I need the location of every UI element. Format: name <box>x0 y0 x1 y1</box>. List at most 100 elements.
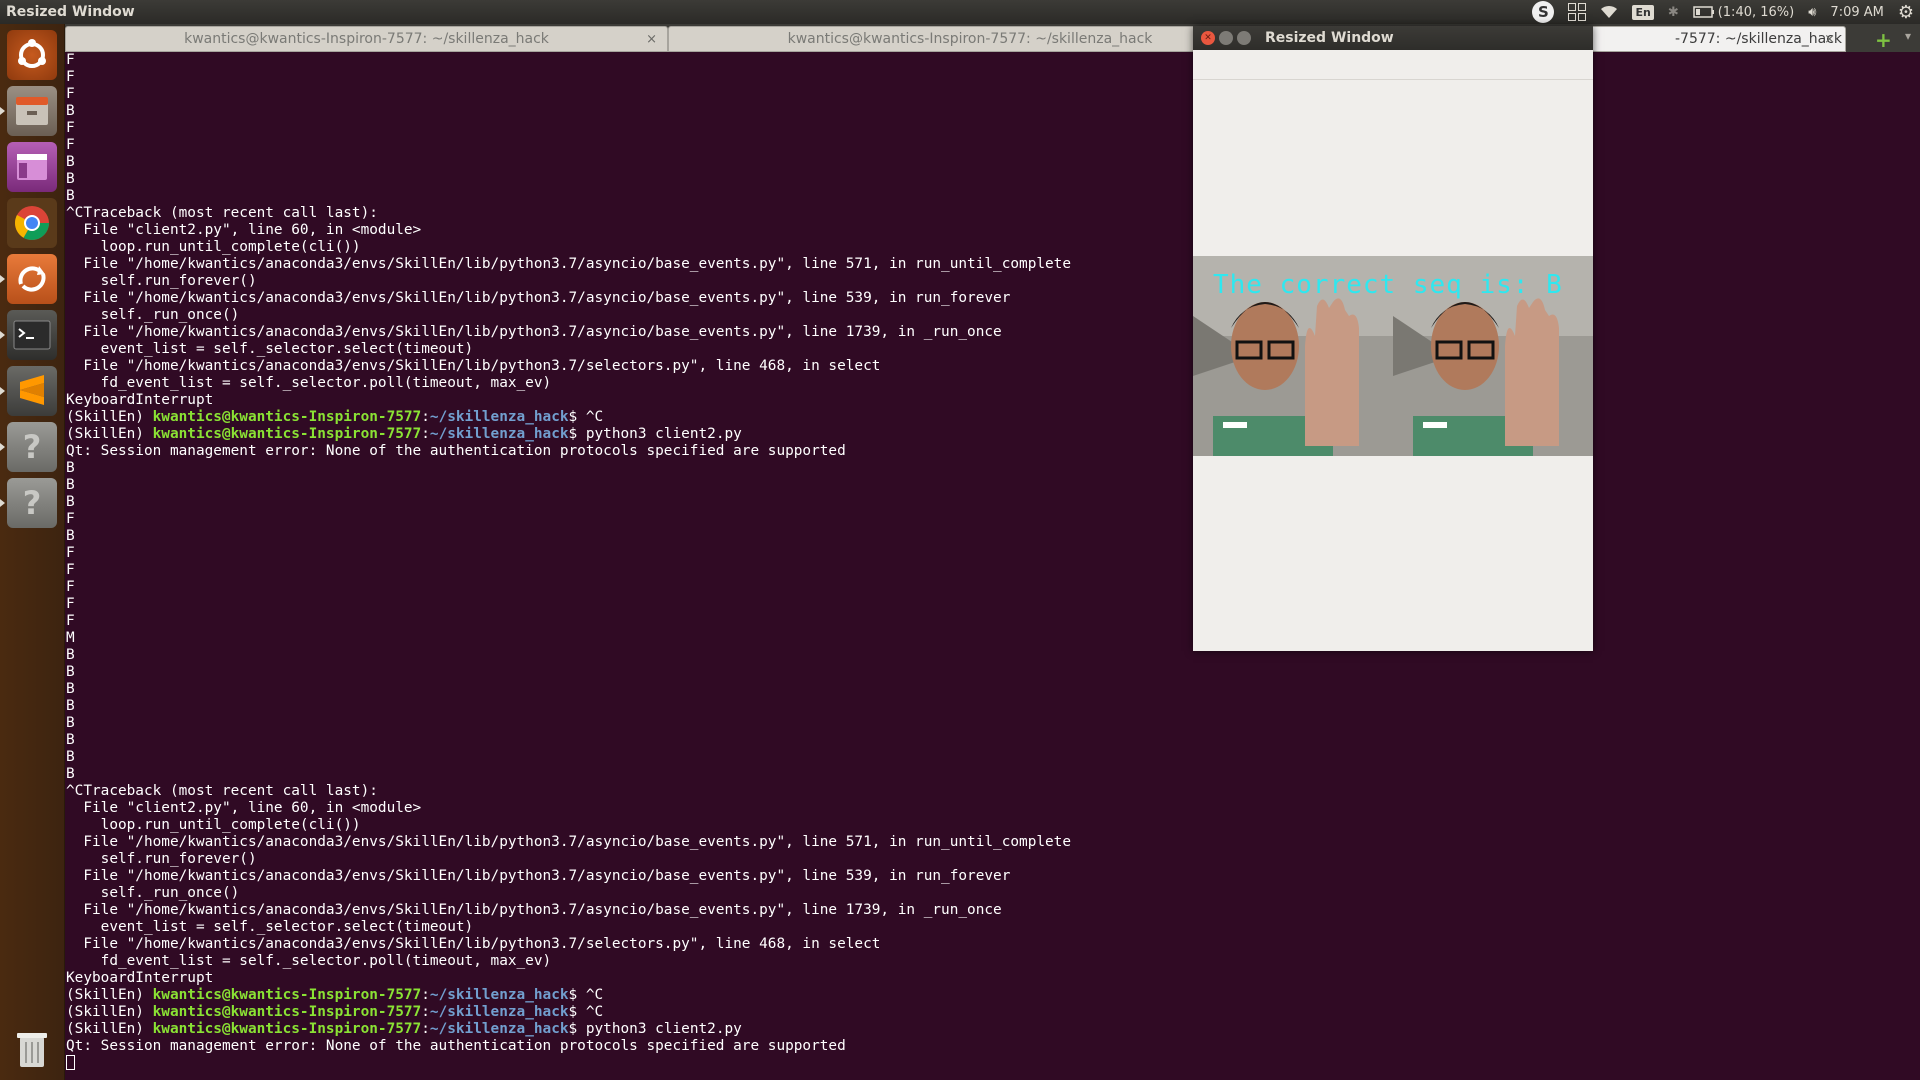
terminal-line: B <box>66 647 75 663</box>
prompt-cmd: $ python3 client2.py <box>568 1021 742 1037</box>
terminal-line: File "/home/kwantics/anaconda3/envs/Skil… <box>66 936 881 952</box>
terminal-line: self._run_once() <box>66 307 240 323</box>
terminal-line: loop.run_until_complete(cli()) <box>66 817 361 833</box>
window-titlebar[interactable]: ✕ Resized Window <box>1193 26 1593 50</box>
terminal-cursor-line <box>66 1055 1920 1072</box>
prompt-path: ~/skillenza_hack <box>429 1021 569 1037</box>
prompt-path: ~/skillenza_hack <box>429 426 569 442</box>
terminal-line: B <box>66 460 75 476</box>
wifi-icon[interactable] <box>1600 0 1618 24</box>
terminal-tab[interactable]: kwantics@kwantics-Inspiron-7577: ~/skill… <box>668 26 1272 52</box>
prompt-path: ~/skillenza_hack <box>429 409 569 425</box>
terminal-output[interactable]: F F F B F F B B B ^CTraceback (most recent call l… <box>65 52 1920 1080</box>
webcam-frame: The correct seq is: B <box>1193 256 1593 456</box>
trash-icon[interactable] <box>7 1024 57 1074</box>
workspace-switcher-icon[interactable] <box>1568 0 1587 24</box>
terminal-line: F <box>66 545 75 561</box>
ubuntu-dash-icon[interactable] <box>7 30 57 80</box>
terminal-line: File "/home/kwantics/anaconda3/envs/Skil… <box>66 290 1011 306</box>
terminal-line: B <box>66 732 75 748</box>
chrome-icon[interactable] <box>7 198 57 248</box>
terminal-icon[interactable] <box>0 310 57 360</box>
prompt-user: kwantics@kwantics-Inspiron-7577 <box>152 409 422 425</box>
terminal-prompt-line: (SkillEn) kwantics@kwantics-Inspiron-757… <box>66 1021 1920 1038</box>
terminal-line: fd_event_list = self._selector.poll(time… <box>66 375 552 391</box>
tab-label: kwantics@kwantics-Inspiron-7577: ~/skill… <box>787 31 1153 47</box>
terminal-line: self.run_forever() <box>66 273 257 289</box>
terminal-line: F <box>66 137 75 153</box>
terminal-line: B <box>66 664 75 680</box>
battery-text: (1:40, 16%) <box>1717 4 1795 20</box>
terminal-line: File "/home/kwantics/anaconda3/envs/Skil… <box>66 834 1072 850</box>
tab-close-icon[interactable]: × <box>646 32 657 47</box>
software-updater-icon[interactable] <box>0 254 57 304</box>
prompt-env: (SkillEn) <box>66 409 153 425</box>
volume-icon[interactable]: 🔊︎ <box>1808 0 1816 24</box>
tab-close-icon[interactable]: × <box>1824 32 1835 47</box>
prompt-path: ~/skillenza_hack <box>429 987 569 1003</box>
window-minimize-icon[interactable] <box>1219 31 1233 45</box>
terminal-line: F <box>66 69 75 85</box>
terminal-prompt-line: (SkillEn) kwantics@kwantics-Inspiron-757… <box>66 426 1920 443</box>
terminal-line: B <box>66 477 75 493</box>
terminal-line: F <box>66 120 75 136</box>
new-tab-icon[interactable]: + <box>1875 28 1892 52</box>
files-icon[interactable] <box>0 86 57 136</box>
terminal-line: F <box>66 579 75 595</box>
prompt-cmd: $ ^C <box>568 409 604 425</box>
terminal-cursor <box>66 1055 75 1070</box>
window-title: Resized Window <box>1265 30 1394 46</box>
terminal-line: F <box>66 86 75 102</box>
window-close-icon[interactable]: ✕ <box>1201 31 1215 45</box>
terminal-line: self.run_forever() <box>66 851 257 867</box>
terminal-line: File "/home/kwantics/anaconda3/envs/Skil… <box>66 868 1011 884</box>
window-maximize-icon[interactable] <box>1237 31 1251 45</box>
terminal-line: M <box>66 630 75 646</box>
resized-window[interactable]: ✕ Resized Window The correct seq is: B <box>1193 26 1593 651</box>
tab-label: kwantics@kwantics-Inspiron-7577: ~/skill… <box>184 31 549 47</box>
settings-gear-icon[interactable]: ⚙ <box>1898 0 1914 24</box>
prompt-env: (SkillEn) <box>66 1004 153 1020</box>
tab-label: -7577: ~/skillenza_hack <box>1675 31 1843 47</box>
sublime-text-icon[interactable] <box>0 366 57 416</box>
unknown-app-icon[interactable]: ? <box>0 422 57 472</box>
terminal-line: event_list = self._selector.select(timeo… <box>66 919 474 935</box>
terminal-line: KeyboardInterrupt <box>66 392 214 408</box>
terminal-line: File "client2.py", line 60, in <module> <box>66 800 422 816</box>
battery-indicator[interactable]: (1:40, 16%) <box>1692 0 1795 24</box>
terminal-tab[interactable]: kwantics@kwantics-Inspiron-7577: ~/skill… <box>65 26 668 52</box>
keyboard-layout-indicator[interactable]: En <box>1632 0 1654 24</box>
terminal-tab-bar: kwantics@kwantics-Inspiron-7577: ~/skill… <box>65 24 1920 52</box>
terminal-line: ^CTraceback (most recent call last): <box>66 783 378 799</box>
indicator-area: S En ✱ (1:40, 16%) 🔊︎ 7:09 AM ⚙ <box>1532 0 1914 24</box>
terminal-line: B <box>66 715 75 731</box>
prompt-user: kwantics@kwantics-Inspiron-7577 <box>152 1004 422 1020</box>
active-window-title: Resized Window <box>6 4 135 20</box>
terminal-line: F <box>66 52 75 68</box>
skype-icon[interactable]: S <box>1532 0 1555 24</box>
prompt-separator: : <box>421 1021 430 1037</box>
terminal-prompt-line: (SkillEn) kwantics@kwantics-Inspiron-757… <box>66 409 1920 426</box>
terminal-prompt-line: (SkillEn) kwantics@kwantics-Inspiron-757… <box>66 1004 1920 1021</box>
tab-menu-chevron-down-icon[interactable]: ▾ <box>1905 29 1911 43</box>
terminal-line: F <box>66 596 75 612</box>
terminal-line: File "/home/kwantics/anaconda3/envs/Skil… <box>66 256 1072 272</box>
terminal-line: fd_event_list = self._selector.poll(time… <box>66 953 552 969</box>
unknown-app-icon[interactable]: ? <box>0 478 57 528</box>
prompt-cmd: $ python3 client2.py <box>568 426 742 442</box>
terminal-line: B <box>66 103 75 119</box>
terminal-line: F <box>66 511 75 527</box>
terminal-line: File "/home/kwantics/anaconda3/envs/Skil… <box>66 358 881 374</box>
prompt-env: (SkillEn) <box>66 426 153 442</box>
launcher: ? ? <box>0 24 65 1080</box>
prompt-env: (SkillEn) <box>66 1021 153 1037</box>
terminal-line: B <box>66 171 75 187</box>
prediction-overlay-text: The correct seq is: B <box>1213 270 1563 300</box>
terminal-prompt-line: (SkillEn) kwantics@kwantics-Inspiron-757… <box>66 987 1920 1004</box>
clock[interactable]: 7:09 AM <box>1830 0 1883 24</box>
purple-app-icon[interactable] <box>7 142 57 192</box>
terminal-line: File "/home/kwantics/anaconda3/envs/Skil… <box>66 324 1002 340</box>
terminal-line: loop.run_until_complete(cli()) <box>66 239 361 255</box>
bluetooth-icon[interactable]: ✱ <box>1668 0 1679 24</box>
prompt-user: kwantics@kwantics-Inspiron-7577 <box>152 987 422 1003</box>
